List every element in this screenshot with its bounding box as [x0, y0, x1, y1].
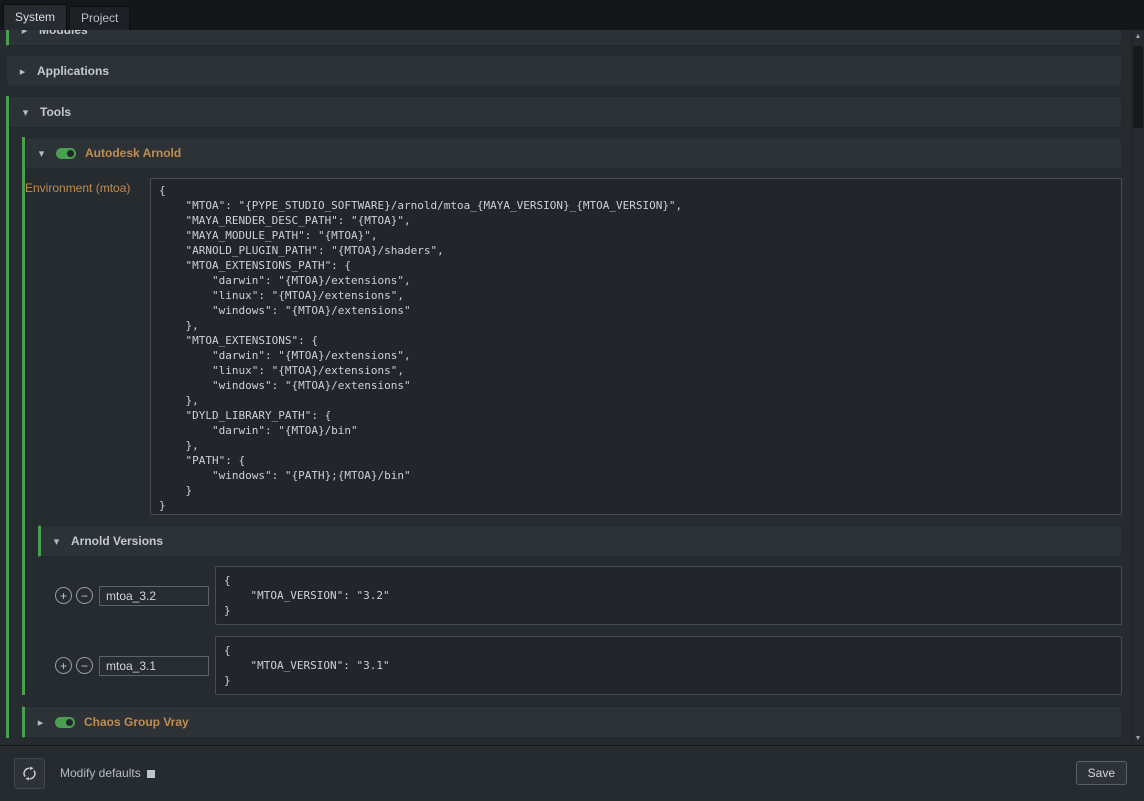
- chevron-down-icon: ▾: [20, 106, 31, 119]
- remove-version-button[interactable]: −: [76, 587, 93, 604]
- version-json-textarea[interactable]: { "MTOA_VERSION": "3.1" }: [215, 636, 1122, 695]
- tab-project[interactable]: Project: [69, 6, 130, 30]
- toggle-knob: [67, 150, 74, 157]
- refresh-icon: [21, 765, 38, 782]
- save-button[interactable]: Save: [1076, 761, 1127, 785]
- applications-label: Applications: [37, 64, 109, 78]
- arnold-group: ▾ Autodesk Arnold Environment (mtoa) { "…: [22, 137, 1122, 695]
- version-name-input[interactable]: [99, 586, 209, 606]
- tools-group: ▾ Tools ▾ Autodesk Arnold Environment (m…: [6, 96, 1122, 738]
- add-version-button[interactable]: +: [55, 657, 72, 674]
- remove-version-button[interactable]: −: [76, 657, 93, 674]
- chevron-right-icon: ▸: [19, 30, 30, 37]
- chevron-down-icon: ▾: [51, 535, 62, 548]
- settings-panel: ▸ Modules ▸ Applications ▾ Tools: [0, 30, 1144, 746]
- scrollbar[interactable]: ▲ ▼: [1131, 30, 1144, 746]
- tab-bar: System Project: [0, 0, 1144, 30]
- section-header-modules[interactable]: ▸ Modules: [6, 30, 1122, 46]
- version-row: + − { "MTOA_VERSION": "3.2" }: [55, 566, 1122, 625]
- chevron-down-icon: ▾: [36, 147, 47, 160]
- section-header-arnold[interactable]: ▾ Autodesk Arnold: [25, 137, 1122, 169]
- environment-json-textarea[interactable]: { "MTOA": "{PYPE_STUDIO_SOFTWARE}/arnold…: [150, 178, 1122, 515]
- refresh-button[interactable]: [14, 758, 45, 789]
- modify-defaults-checkbox[interactable]: [147, 770, 155, 778]
- scroll-up-button[interactable]: ▲: [1132, 30, 1144, 44]
- section-header-tools[interactable]: ▾ Tools: [9, 96, 1122, 128]
- version-row: + − { "MTOA_VERSION": "3.1" }: [55, 636, 1122, 695]
- arnold-versions-label: Arnold Versions: [71, 534, 163, 548]
- settings-scroll-area: ▸ Modules ▸ Applications ▾ Tools: [0, 30, 1131, 746]
- scroll-down-button[interactable]: ▼: [1132, 732, 1144, 746]
- vray-label: Chaos Group Vray: [84, 715, 189, 729]
- arnold-label: Autodesk Arnold: [85, 146, 181, 160]
- vray-enabled-toggle[interactable]: [55, 717, 75, 728]
- chevron-right-icon: ▸: [35, 716, 46, 729]
- version-json-textarea[interactable]: { "MTOA_VERSION": "3.2" }: [215, 566, 1122, 625]
- section-header-vray[interactable]: ▸ Chaos Group Vray: [22, 706, 1122, 738]
- tools-label: Tools: [40, 105, 71, 119]
- modules-label: Modules: [39, 30, 88, 37]
- version-name-input[interactable]: [99, 656, 209, 676]
- toggle-knob: [66, 719, 73, 726]
- section-header-applications[interactable]: ▸ Applications: [6, 55, 1122, 87]
- environment-label: Environment (mtoa): [25, 178, 150, 515]
- scroll-thumb[interactable]: [1133, 46, 1143, 128]
- settings-window: System Project ▸ Modules ▸ Applications: [0, 0, 1144, 801]
- modify-defaults-label: Modify defaults: [60, 746, 141, 801]
- environment-row: Environment (mtoa) { "MTOA": "{PYPE_STUD…: [25, 178, 1122, 515]
- arnold-enabled-toggle[interactable]: [56, 148, 76, 159]
- footer-bar: Modify defaults Save: [0, 745, 1144, 801]
- chevron-right-icon: ▸: [17, 65, 28, 78]
- section-header-arnold-versions[interactable]: ▾ Arnold Versions: [38, 525, 1122, 557]
- tab-system[interactable]: System: [3, 4, 67, 30]
- add-version-button[interactable]: +: [55, 587, 72, 604]
- settings-sections: ▸ Modules ▸ Applications ▾ Tools: [6, 30, 1122, 738]
